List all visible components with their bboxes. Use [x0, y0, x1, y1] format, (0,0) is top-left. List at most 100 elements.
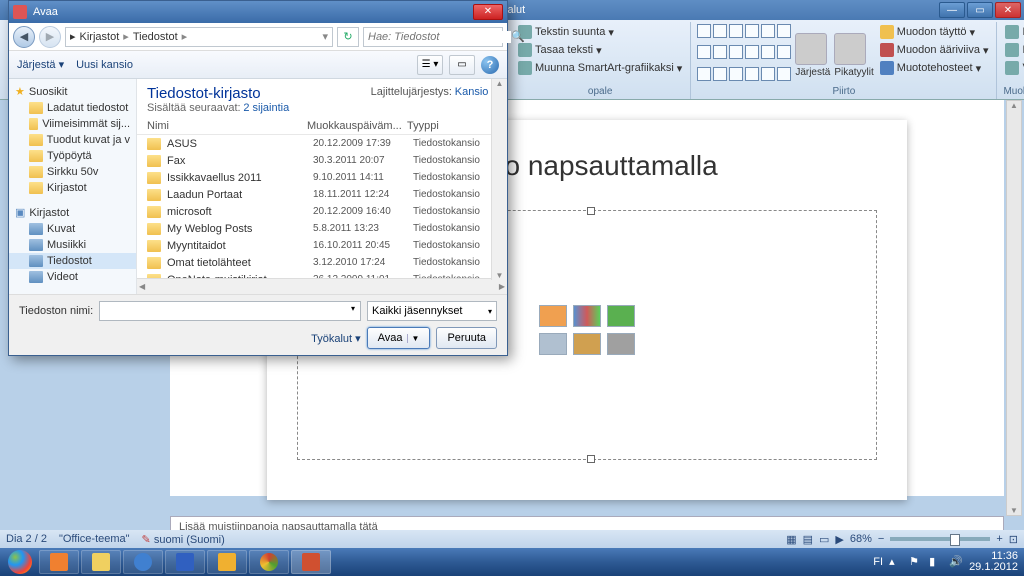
maximize-button[interactable]: ▭ [967, 2, 993, 18]
dialog-close-button[interactable]: ✕ [473, 4, 503, 20]
preview-pane-button[interactable]: ▭ [449, 55, 475, 75]
open-button[interactable]: Avaa▼ [367, 327, 431, 349]
search-icon[interactable]: 🔍 [511, 30, 525, 43]
column-type[interactable]: Tyyppi [407, 120, 497, 132]
nav-library-item[interactable]: Videot [9, 269, 136, 285]
fit-button[interactable]: ⊡ [1009, 533, 1018, 546]
file-row[interactable]: My Weblog Posts5.8.2011 13:23Tiedostokan… [147, 220, 503, 237]
minimize-button[interactable]: — [939, 2, 965, 18]
help-button[interactable]: ? [481, 56, 499, 74]
view-mode-button[interactable]: ☰ ▾ [417, 55, 443, 75]
zoom-level[interactable]: 68% [850, 533, 872, 545]
tray-lang[interactable]: FI [873, 556, 883, 568]
zoom-in-button[interactable]: + [996, 533, 1002, 545]
view-normal-button[interactable]: ▦ [786, 533, 796, 546]
folder-icon [147, 155, 161, 167]
shapes-gallery[interactable] [697, 24, 791, 86]
sort-selector[interactable]: Lajittelujärjestys: Kansio ▾ [371, 85, 497, 98]
align-text-button[interactable]: Tasaa teksti ▾ [516, 42, 684, 58]
tray-network-icon[interactable]: ▮ [929, 555, 943, 569]
new-folder-button[interactable]: Uusi kansio [76, 59, 133, 71]
insert-table-icon[interactable] [539, 305, 567, 327]
dialog-titlebar[interactable]: Avaa ✕ [9, 1, 507, 23]
nav-favorite-item[interactable]: Tuodut kuvat ja v [9, 132, 136, 148]
cancel-button[interactable]: Peruuta [436, 327, 497, 349]
locations-link[interactable]: 2 sijaintia [243, 102, 289, 114]
view-sorter-button[interactable]: ▤ [803, 533, 813, 546]
replace-icon [1005, 43, 1019, 57]
tray-action-center-icon[interactable]: ⚑ [909, 555, 923, 569]
view-reading-button[interactable]: ▭ [819, 533, 829, 546]
column-name[interactable]: Nimi [147, 120, 307, 132]
nav-library-item[interactable]: Kuvat [9, 221, 136, 237]
taskbar-outlook[interactable] [207, 550, 247, 574]
insert-clipart-icon[interactable] [573, 333, 601, 355]
file-row[interactable]: Myyntitaidot16.10.2011 20:45Tiedostokans… [147, 237, 503, 254]
insert-chart-icon[interactable] [573, 305, 601, 327]
taskbar-ie[interactable] [123, 550, 163, 574]
file-row[interactable]: Fax30.3.2011 20:07Tiedostokansio [147, 152, 503, 169]
back-button[interactable]: ◀ [13, 26, 35, 48]
library-title: Tiedostot-kirjasto [147, 85, 289, 102]
insert-smartart-icon[interactable] [607, 305, 635, 327]
taskbar-wmp[interactable] [39, 550, 79, 574]
taskbar-explorer[interactable] [81, 550, 121, 574]
zoom-slider[interactable] [890, 537, 990, 541]
breadcrumb[interactable]: ▸ Kirjastot ▸ Tiedostot ▸ ▾ [65, 27, 333, 47]
text-direction-button[interactable]: Tekstin suunta ▾ [516, 24, 684, 40]
replace-button[interactable]: Korvaa ▾ [1003, 42, 1024, 58]
filename-input[interactable] [99, 301, 361, 321]
file-vertical-scrollbar[interactable] [491, 79, 507, 280]
file-row[interactable]: OneNote-muistikirjat26.12.2009 11:01Tied… [147, 271, 503, 278]
breadcrumb-item[interactable]: ▸ [70, 30, 76, 43]
tools-button[interactable]: Työkalut ▾ [311, 332, 361, 345]
select-button[interactable]: Valitse ▾ [1003, 60, 1024, 76]
nav-favorite-item[interactable]: Ladatut tiedostot [9, 100, 136, 116]
nav-favorite-item[interactable]: Kirjastot [9, 180, 136, 196]
tray-volume-icon[interactable]: 🔊 [949, 555, 963, 569]
file-row[interactable]: microsoft20.12.2009 16:40Tiedostokansio [147, 203, 503, 220]
start-button[interactable] [2, 548, 38, 576]
taskbar-chrome[interactable] [249, 550, 289, 574]
insert-picture-icon[interactable] [539, 333, 567, 355]
nav-favorite-item[interactable]: Työpöytä [9, 148, 136, 164]
nav-favorite-item[interactable]: Viimeisimmät sij... [9, 116, 136, 132]
organize-button[interactable]: Järjestä ▾ [17, 58, 64, 71]
language-status[interactable]: ✎ suomi (Suomi) [142, 533, 225, 546]
tray-show-hidden-icon[interactable]: ▴ [889, 555, 903, 569]
taskbar-word[interactable] [165, 550, 205, 574]
tray-date[interactable]: 29.1.2012 [969, 562, 1018, 573]
search-box[interactable]: 🔍 [363, 27, 503, 47]
nav-library-item[interactable]: Tiedostot [9, 253, 136, 269]
arrange-button[interactable] [795, 33, 827, 65]
view-slideshow-button[interactable]: ▶ [835, 533, 843, 546]
forward-button[interactable]: ▶ [39, 26, 61, 48]
libraries-group[interactable]: ▣Kirjastot [9, 204, 136, 221]
shape-fill-button[interactable]: Muodon täyttö ▾ [878, 24, 991, 40]
file-row[interactable]: Issikkavaellus 20119.10.2011 14:11Tiedos… [147, 169, 503, 186]
nav-library-item[interactable]: Musiikki [9, 237, 136, 253]
column-date[interactable]: Muokkauspäiväm... [307, 120, 407, 132]
shape-effects-button[interactable]: Muototehosteet ▾ [878, 60, 991, 76]
search-input[interactable] [368, 31, 511, 43]
breadcrumb-item[interactable]: Tiedostot [133, 31, 178, 43]
shape-outline-button[interactable]: Muodon ääriviiva ▾ [878, 42, 991, 58]
smartart-button[interactable]: Muunna SmartArt-grafiikaksi ▾ [516, 60, 684, 76]
file-row[interactable]: Laadun Portaat18.11.2011 12:24Tiedostoka… [147, 186, 503, 203]
file-row[interactable]: ASUS20.12.2009 17:39Tiedostokansio [147, 135, 503, 152]
quickstyles-button[interactable] [834, 33, 866, 65]
filetype-select[interactable]: Kaikki jäsennykset▾ [367, 301, 497, 321]
close-button[interactable]: ✕ [995, 2, 1021, 18]
zoom-out-button[interactable]: − [878, 533, 884, 545]
insert-media-icon[interactable] [607, 333, 635, 355]
file-horizontal-scrollbar[interactable] [137, 278, 507, 294]
column-headers[interactable]: Nimi Muokkauspäiväm... Tyyppi [137, 116, 507, 135]
taskbar-powerpoint[interactable] [291, 550, 331, 574]
refresh-button[interactable]: ↻ [337, 27, 359, 47]
file-row[interactable]: Omat tietolähteet3.12.2010 17:24Tiedosto… [147, 254, 503, 271]
nav-favorite-item[interactable]: Sirkku 50v [9, 164, 136, 180]
breadcrumb-item[interactable]: Kirjastot [80, 31, 120, 43]
vertical-scrollbar[interactable] [1006, 100, 1022, 516]
find-button[interactable]: Etsi [1003, 24, 1024, 40]
favorites-group[interactable]: ★Suosikit [9, 83, 136, 100]
